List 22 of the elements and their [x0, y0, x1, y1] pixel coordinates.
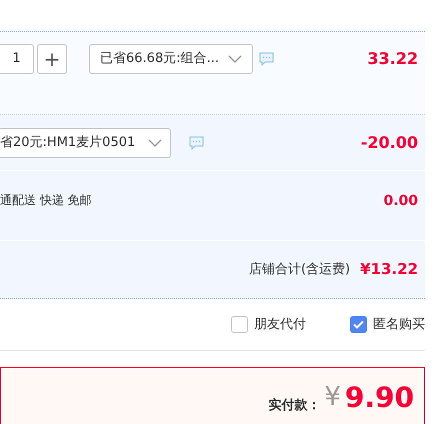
payment-amount: 9.90	[344, 384, 414, 412]
chevron-down-icon	[228, 55, 242, 63]
shipping-method: 通配送 快递 免邮	[0, 192, 92, 209]
currency-symbol: ¥	[324, 384, 341, 410]
message-icon[interactable]	[189, 136, 204, 150]
promo-dropdown[interactable]: 已省66.68元:组合...	[89, 44, 253, 74]
message-icon[interactable]	[259, 52, 274, 66]
promo-dropdown[interactable]: 省20元:HM1麦片0501	[0, 128, 171, 158]
shop-total-label: 店铺合计(含运费)	[248, 260, 350, 279]
shop-total-amount: ¥13.22	[360, 259, 418, 280]
check-icon	[353, 320, 364, 329]
shipping-fee: 0.00	[383, 192, 418, 211]
increase-button[interactable]: +	[37, 44, 67, 74]
option-label[interactable]: 匿名购买	[373, 314, 425, 334]
discount-amount: -20.00	[360, 132, 418, 154]
checkbox[interactable]	[350, 316, 367, 333]
checkbox[interactable]	[231, 316, 248, 333]
item-price: 33.22	[367, 48, 418, 70]
option-label[interactable]: 朋友代付	[254, 314, 306, 334]
chevron-down-icon	[148, 138, 162, 146]
payment-label: 实付款：	[268, 396, 320, 415]
quantity-field[interactable]: 1	[0, 44, 34, 74]
